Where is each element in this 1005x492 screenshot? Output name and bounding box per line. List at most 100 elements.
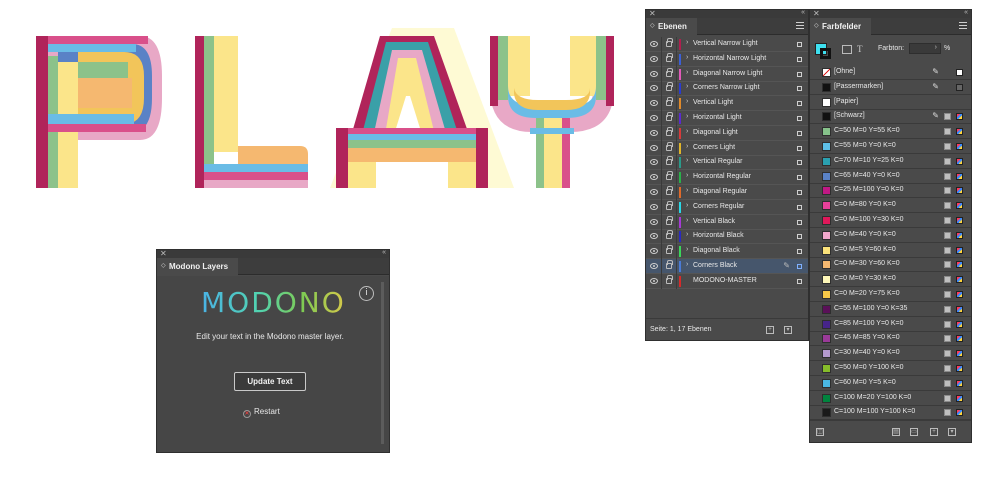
chevron-right-icon[interactable]: › — [686, 231, 688, 238]
eye-icon[interactable] — [650, 218, 658, 225]
scrollbar[interactable] — [381, 282, 384, 444]
layer-row[interactable]: › Vertical Narrow Light — [646, 37, 808, 52]
target-square-icon[interactable] — [797, 86, 802, 92]
chevron-right-icon[interactable]: › — [686, 157, 688, 164]
panel-menu-icon[interactable] — [796, 22, 804, 29]
lock-icon[interactable] — [666, 215, 673, 225]
target-square-icon[interactable] — [797, 264, 802, 269]
chevron-right-icon[interactable]: › — [686, 143, 688, 150]
layer-row[interactable]: › Horizontal Black — [646, 229, 808, 245]
eye-icon[interactable] — [650, 55, 658, 62]
new-color-group-icon[interactable]: ▤ — [892, 428, 900, 436]
chevron-right-icon[interactable]: › — [686, 261, 688, 268]
target-square-icon[interactable] — [797, 219, 802, 225]
swatch-row[interactable]: C=50 M=0 Y=100 K=0 — [810, 361, 971, 376]
swatch-row[interactable]: C=55 M=100 Y=0 K=35 — [810, 302, 971, 317]
lock-icon[interactable] — [666, 245, 673, 255]
target-square-icon[interactable] — [797, 234, 802, 240]
chevron-right-icon[interactable]: › — [686, 113, 688, 120]
lock-icon[interactable] — [666, 186, 673, 195]
target-square-icon[interactable] — [797, 116, 802, 121]
stroke-color-box[interactable] — [820, 48, 831, 59]
chevron-right-icon[interactable]: › — [686, 202, 688, 209]
eye-icon[interactable] — [650, 263, 658, 269]
chevron-right-icon[interactable]: › — [686, 98, 688, 105]
collapse-icon[interactable]: « — [382, 249, 386, 256]
lock-icon[interactable] — [666, 112, 673, 121]
swatch-row[interactable]: C=0 M=5 Y=60 K=0 — [810, 243, 971, 258]
eye-icon[interactable] — [650, 203, 658, 210]
swatch-row[interactable]: C=70 M=10 Y=25 K=0 — [810, 154, 971, 169]
layer-row[interactable]: MODONO-MASTER — [646, 273, 808, 289]
swatch-row[interactable]: C=65 M=40 Y=0 K=0 — [810, 169, 971, 184]
layer-row[interactable]: › Corners Regular — [646, 199, 808, 215]
close-icon[interactable]: ✕ — [813, 9, 820, 18]
layer-row[interactable]: › Vertical Black — [646, 214, 808, 230]
container-format-icon[interactable] — [842, 45, 852, 54]
swatch-row[interactable]: C=0 M=80 Y=0 K=0 — [810, 198, 971, 214]
swatch-row[interactable]: C=0 M=0 Y=30 K=0 — [810, 272, 971, 288]
tab-farbfelder[interactable]: ◇ Farbfelder — [810, 18, 872, 35]
target-square-icon[interactable] — [797, 249, 802, 255]
eye-icon[interactable] — [650, 41, 658, 47]
eye-icon[interactable] — [650, 144, 658, 151]
tint-arrow-icon[interactable]: › — [935, 44, 937, 51]
swatch-row[interactable]: [Passermarken] ✎ — [810, 80, 971, 95]
chevron-right-icon[interactable]: › — [686, 54, 688, 61]
trash-icon[interactable]: ▾ — [784, 326, 792, 334]
target-square-icon[interactable] — [797, 190, 802, 195]
lock-icon[interactable] — [666, 67, 673, 77]
info-button[interactable]: i — [359, 286, 374, 301]
collapse-icon[interactable]: « — [964, 9, 968, 16]
tab-ebenen[interactable]: ◇ Ebenen — [646, 18, 697, 35]
tab-modono-layers[interactable]: ◇ Modono Layers — [157, 258, 239, 275]
swatch-row[interactable]: C=0 M=30 Y=60 K=0 — [810, 257, 971, 273]
layer-row[interactable]: › Horizontal Regular — [646, 170, 808, 186]
swatch-row[interactable]: C=100 M=100 Y=100 K=0 — [810, 405, 971, 421]
new-layer-icon[interactable]: + — [766, 326, 774, 334]
layer-row[interactable]: › Diagonal Light — [646, 125, 808, 141]
eye-icon[interactable] — [650, 248, 658, 255]
chevron-right-icon[interactable]: › — [686, 39, 688, 46]
layer-row[interactable]: › Horizontal Light — [646, 111, 808, 126]
show-swatch-kinds-icon[interactable]: ◫ — [816, 428, 824, 436]
text-format-icon[interactable]: T — [857, 44, 863, 54]
lock-icon[interactable] — [666, 126, 673, 136]
target-square-icon[interactable] — [797, 56, 802, 62]
lock-icon[interactable] — [666, 97, 673, 107]
eye-icon[interactable] — [650, 277, 658, 284]
eye-icon[interactable] — [650, 100, 658, 107]
lock-icon[interactable] — [666, 171, 673, 181]
swatch-row[interactable]: C=0 M=20 Y=75 K=0 — [810, 287, 971, 302]
chevron-right-icon[interactable]: › — [686, 83, 688, 90]
chevron-right-icon[interactable]: › — [686, 69, 688, 76]
chevron-right-icon[interactable]: › — [686, 246, 688, 253]
layer-row[interactable]: › Horizontal Narrow Light — [646, 51, 808, 67]
chevron-right-icon[interactable]: › — [686, 187, 688, 194]
layer-row[interactable]: › Corners Black ✎ — [646, 259, 808, 274]
eye-icon[interactable] — [650, 159, 658, 166]
chevron-right-icon[interactable]: › — [686, 217, 688, 224]
eye-icon[interactable] — [650, 70, 658, 77]
swatch-row[interactable]: C=0 M=100 Y=30 K=0 — [810, 213, 971, 228]
swatch-row[interactable]: C=25 M=100 Y=0 K=0 — [810, 183, 971, 199]
tint-input[interactable]: › — [909, 43, 941, 54]
swatch-row[interactable]: C=50 M=0 Y=55 K=0 — [810, 124, 971, 140]
swatch-row[interactable]: C=55 M=0 Y=0 K=0 — [810, 139, 971, 154]
lock-icon[interactable] — [666, 52, 673, 62]
new-swatch-icon[interactable]: + — [930, 428, 938, 436]
target-square-icon[interactable] — [797, 175, 802, 181]
swatch-row[interactable]: C=85 M=100 Y=0 K=0 — [810, 317, 971, 332]
swatch-row[interactable]: C=60 M=0 Y=5 K=0 — [810, 376, 971, 391]
swatch-row[interactable]: [Schwarz] ✎ — [810, 109, 971, 125]
swatch-row[interactable]: C=45 M=85 Y=0 K=0 — [810, 331, 971, 347]
target-square-icon[interactable] — [797, 204, 802, 210]
target-square-icon[interactable] — [797, 42, 802, 47]
layer-row[interactable]: › Vertical Regular — [646, 155, 808, 171]
eye-icon[interactable] — [650, 233, 658, 240]
layer-row[interactable]: › Diagonal Regular — [646, 185, 808, 200]
panel-menu-icon[interactable] — [959, 22, 967, 29]
layer-row[interactable]: › Vertical Light — [646, 96, 808, 112]
layer-row[interactable]: › Diagonal Black — [646, 244, 808, 260]
layer-row[interactable]: › Corners Light — [646, 140, 808, 156]
